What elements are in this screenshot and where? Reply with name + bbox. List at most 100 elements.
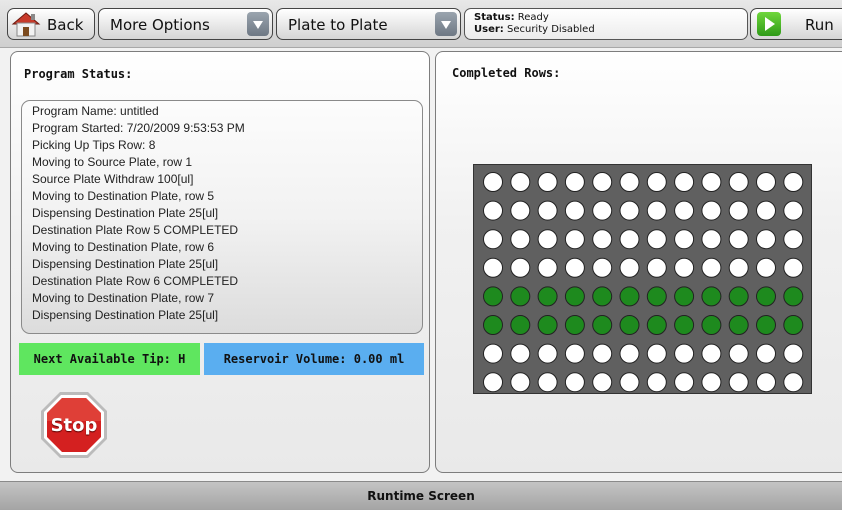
- well-empty: [483, 257, 503, 278]
- chevron-down-icon[interactable]: [247, 12, 269, 36]
- log-line: Moving to Source Plate, row 1: [32, 155, 193, 169]
- well-empty: [728, 372, 749, 393]
- well-completed: [674, 286, 695, 307]
- well-empty: [646, 200, 667, 221]
- well-completed: [783, 286, 804, 307]
- well-completed: [510, 286, 531, 307]
- well-empty: [483, 172, 503, 192]
- log-line: Dispensing Destination Plate 25[ul]: [32, 206, 219, 220]
- well-completed: [564, 315, 585, 335]
- stop-button[interactable]: Stop: [40, 391, 108, 459]
- well-empty: [510, 257, 531, 278]
- well-empty: [592, 372, 613, 393]
- well-empty: [728, 172, 749, 192]
- well-completed: [537, 286, 558, 307]
- well-empty: [674, 343, 695, 364]
- play-icon: [757, 12, 781, 36]
- well-completed: [592, 286, 613, 307]
- completed-rows-title: Completed Rows:: [452, 66, 561, 80]
- well-completed: [483, 286, 503, 307]
- log-line: Moving to Destination Plate, row 7: [32, 291, 215, 305]
- more-options-label: More Options: [110, 16, 210, 34]
- well-empty: [756, 200, 776, 221]
- program-log[interactable]: Program Name: untitled Program Started: 7…: [21, 100, 423, 334]
- well-empty: [510, 229, 531, 250]
- log-line: Moving to Destination Plate, row 6: [32, 240, 215, 254]
- well-empty: [483, 200, 503, 221]
- footer-bar: Runtime Screen: [0, 481, 842, 510]
- well-plate-grid: [483, 172, 804, 393]
- well-empty: [592, 257, 613, 278]
- well-empty: [646, 372, 667, 393]
- well-empty: [728, 343, 749, 364]
- well-empty: [619, 257, 640, 278]
- well-completed: [701, 315, 722, 335]
- well-empty: [564, 257, 585, 278]
- well-empty: [619, 200, 640, 221]
- well-empty: [728, 229, 749, 250]
- well-empty: [592, 172, 613, 192]
- log-line: Dispensing Destination Plate 25[ul]: [32, 257, 219, 271]
- well-empty: [537, 343, 558, 364]
- home-icon: [11, 12, 41, 37]
- well-empty: [783, 372, 804, 393]
- chevron-down-icon[interactable]: [435, 12, 457, 36]
- well-empty: [510, 172, 531, 192]
- well-empty: [619, 229, 640, 250]
- well-empty: [483, 229, 503, 250]
- well-empty: [564, 372, 585, 393]
- well-completed: [646, 315, 667, 335]
- well-completed: [646, 286, 667, 307]
- log-line: Program Started: 7/20/2009 9:53:53 PM: [32, 121, 245, 135]
- well-empty: [728, 200, 749, 221]
- well-empty: [537, 172, 558, 192]
- well-empty: [537, 200, 558, 221]
- mode-dropdown[interactable]: Plate to Plate: [276, 8, 461, 40]
- more-options-dropdown[interactable]: More Options: [98, 8, 273, 40]
- status-line: Status: Ready: [474, 12, 747, 24]
- well-completed: [701, 286, 722, 307]
- well-plate: [473, 164, 812, 394]
- well-empty: [674, 257, 695, 278]
- well-empty: [592, 343, 613, 364]
- well-empty: [756, 229, 776, 250]
- well-empty: [674, 172, 695, 192]
- well-empty: [619, 172, 640, 192]
- back-button-label: Back: [47, 16, 84, 34]
- run-button[interactable]: Run: [750, 8, 842, 40]
- well-empty: [564, 172, 585, 192]
- well-empty: [701, 200, 722, 221]
- well-empty: [510, 200, 531, 221]
- well-completed: [756, 315, 776, 335]
- well-empty: [483, 343, 503, 364]
- well-empty: [783, 172, 804, 192]
- well-empty: [537, 372, 558, 393]
- well-empty: [701, 229, 722, 250]
- well-empty: [783, 200, 804, 221]
- back-button[interactable]: Back: [7, 8, 95, 40]
- program-status-panel: Program Status: Program Name: untitled Pr…: [10, 51, 430, 473]
- next-tip-indicator: Next Available Tip: H: [19, 343, 200, 375]
- well-empty: [756, 172, 776, 192]
- mode-label: Plate to Plate: [288, 16, 388, 34]
- log-line: Source Plate Withdraw 100[ul]: [32, 172, 194, 186]
- well-completed: [674, 315, 695, 335]
- reservoir-volume-indicator: Reservoir Volume: 0.00 ml: [204, 343, 424, 375]
- well-completed: [783, 315, 804, 335]
- well-empty: [783, 343, 804, 364]
- well-empty: [646, 257, 667, 278]
- stop-button-label: Stop: [50, 415, 98, 436]
- program-status-title: Program Status:: [24, 67, 133, 81]
- well-empty: [646, 229, 667, 250]
- well-completed: [592, 315, 613, 335]
- well-empty: [756, 372, 776, 393]
- well-empty: [674, 229, 695, 250]
- well-completed: [756, 286, 776, 307]
- log-line: Moving to Destination Plate, row 5: [32, 189, 215, 203]
- well-empty: [619, 343, 640, 364]
- well-empty: [783, 257, 804, 278]
- toolbar: Back More Options Plate to Plate Status:…: [0, 0, 842, 48]
- well-completed: [728, 286, 749, 307]
- well-empty: [564, 200, 585, 221]
- run-button-label: Run: [805, 16, 834, 34]
